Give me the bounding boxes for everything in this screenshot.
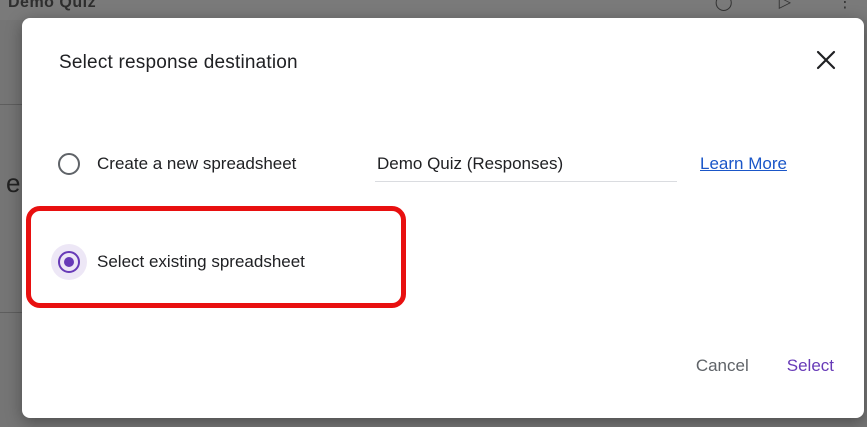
background-divider [0, 312, 22, 313]
option-label-select-existing: Select existing spreadsheet [97, 252, 305, 271]
dialog-actions: Cancel Select [696, 356, 834, 376]
preview-icon: ▷ [778, 0, 791, 11]
more-vert-icon: ⋮ [837, 0, 853, 11]
radio-wrap-existing [51, 244, 87, 280]
option-create-new-spreadsheet[interactable]: Create a new spreadsheet [58, 146, 296, 182]
radio-wrap-new [51, 146, 87, 182]
background-divider [0, 104, 22, 105]
background-form-title: Demo Quiz [8, 0, 97, 11]
background-partial-text: e [6, 168, 21, 198]
radio-create-new[interactable] [58, 153, 80, 175]
option-label-create-new: Create a new spreadsheet [97, 154, 297, 173]
background-header: Demo Quiz ◯ ▷ ⋮ [0, 0, 867, 20]
cancel-button[interactable]: Cancel [696, 356, 749, 376]
spreadsheet-name-input[interactable] [375, 146, 677, 182]
select-button[interactable]: Select [787, 356, 834, 376]
radio-select-existing[interactable] [58, 251, 80, 273]
learn-more-link[interactable]: Learn More [700, 154, 787, 174]
option-select-existing-spreadsheet[interactable]: Select existing spreadsheet [51, 244, 305, 280]
background-header-icons: ◯ ▷ ⋮ [715, 0, 853, 12]
dialog-title: Select response destination [59, 52, 298, 73]
close-button[interactable] [814, 48, 838, 72]
close-icon [816, 50, 836, 70]
palette-icon: ◯ [714, 0, 733, 11]
response-destination-dialog: Select response destination Create a new… [22, 18, 864, 418]
